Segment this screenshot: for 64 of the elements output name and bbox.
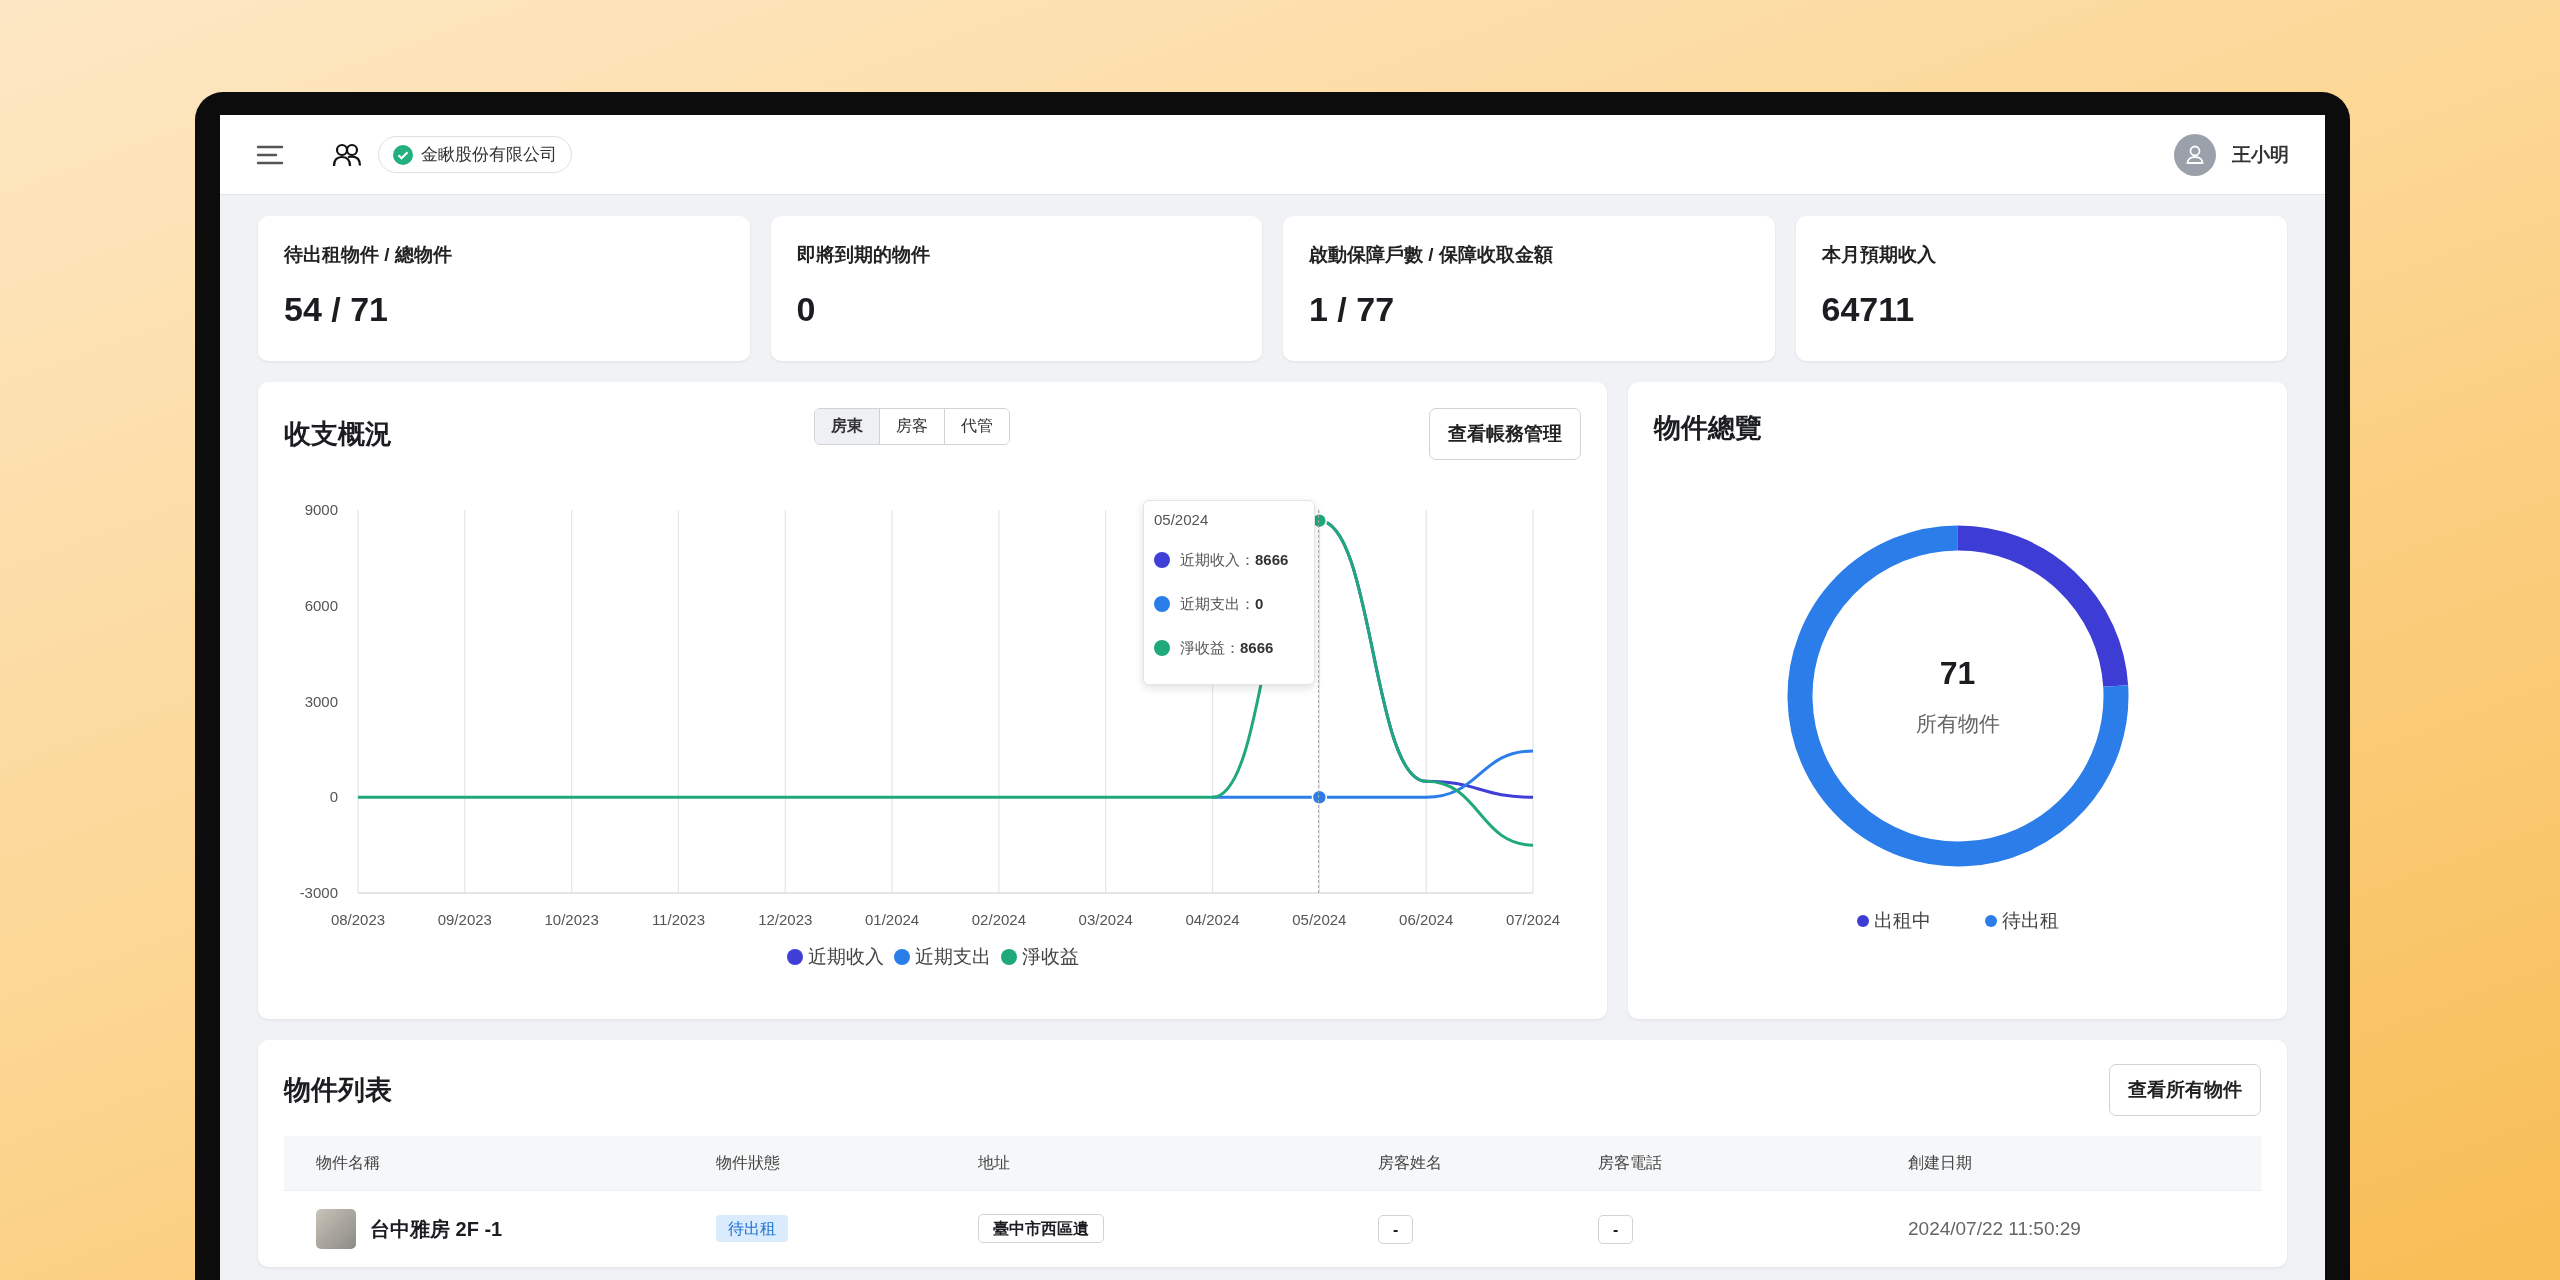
tooltip-title: 05/2024: [1154, 511, 1210, 528]
donut-total: 71: [1939, 654, 1976, 692]
tenant-name-chip: -: [1378, 1214, 1414, 1244]
x-axis-label: 03/2024: [1078, 911, 1133, 928]
column-header: 物件名稱: [316, 1152, 381, 1173]
card-title: 物件列表: [284, 1074, 392, 1107]
column-header: 物件狀態: [716, 1152, 781, 1173]
segment-tab[interactable]: 房東: [815, 409, 880, 444]
column-header: 房客姓名: [1378, 1152, 1443, 1173]
x-axis-label: 08/2023: [330, 911, 386, 928]
tenant-phone-chip: -: [1598, 1214, 1634, 1244]
legend-label[interactable]: 近期支出: [914, 944, 991, 970]
user-name[interactable]: 王小明: [2232, 141, 2289, 168]
legend-label[interactable]: 近期收入: [807, 944, 884, 970]
stat-label: 本月預期收入: [1821, 243, 1937, 267]
column-header: 創建日期: [1908, 1152, 1973, 1173]
legend-label[interactable]: 待出租: [2001, 908, 2059, 934]
photo-placeholder: [316, 1209, 356, 1249]
stat-label: 即將到期的物件: [796, 243, 931, 267]
column-header: 房客電話: [1598, 1152, 1663, 1173]
tooltip-value: 近期支出：0: [1180, 594, 1264, 614]
x-axis-label: 07/2024: [1505, 911, 1561, 928]
y-axis-label: 3000: [304, 692, 338, 710]
card-title: 物件總覽: [1654, 412, 1763, 445]
company-name: 金瞅股份有限公司: [421, 144, 557, 166]
stat-value: 64711: [1821, 290, 1916, 329]
x-axis-label: 02/2024: [971, 911, 1027, 928]
status-tag: 待出租: [716, 1215, 788, 1242]
column-header: 地址: [978, 1152, 1011, 1173]
x-axis-label: 06/2024: [1399, 911, 1454, 928]
legend-label[interactable]: 淨收益: [1021, 944, 1079, 970]
view-all-button[interactable]: 查看所有物件: [2109, 1064, 2261, 1116]
people-icon: [332, 141, 362, 168]
table-cell-text: 2024/07/22 11:50:29: [1908, 1218, 2082, 1240]
address-chip: 臺中市西區遺: [978, 1214, 1104, 1243]
x-axis-label: 09/2023: [437, 911, 492, 928]
legend-dot: [1000, 949, 1017, 965]
avatar-icon[interactable]: [2174, 133, 2216, 176]
donut-label: 所有物件: [1915, 710, 2000, 737]
view-accounts-button[interactable]: 查看帳務管理: [1429, 408, 1581, 460]
y-axis-label: 6000: [304, 596, 338, 614]
stat-label: 待出租物件 / 總物件: [284, 243, 453, 267]
x-axis-label: 01/2024: [864, 911, 920, 928]
legend-dot: [893, 949, 910, 965]
data-point: [1311, 789, 1328, 805]
y-axis-label: -3000: [299, 884, 338, 901]
y-axis-label: 9000: [304, 501, 338, 518]
y-axis-label: 0: [329, 788, 338, 806]
tooltip-value: 近期收入：8666: [1180, 550, 1289, 570]
x-axis-label: 12/2023: [758, 911, 813, 928]
stat-label: 啟動保障戶數 / 保障收取金額: [1309, 243, 1554, 267]
stat-value: 1 / 77: [1309, 290, 1396, 329]
x-axis-label: 10/2023: [544, 911, 599, 928]
card-title: 收支概況: [284, 418, 392, 451]
stat-value: 54 / 71: [284, 290, 389, 329]
menu-icon[interactable]: [256, 143, 284, 166]
x-axis-label: 04/2024: [1185, 911, 1240, 928]
tooltip-value: 淨收益：8666: [1180, 638, 1274, 658]
property-name[interactable]: 台中雅房 2F -1: [370, 1215, 503, 1243]
x-axis-label: 11/2023: [651, 911, 705, 928]
stat-value: 0: [796, 290, 817, 329]
x-axis-label: 05/2024: [1292, 911, 1347, 928]
legend-label[interactable]: 出租中: [1873, 908, 1931, 934]
legend-dot: [786, 949, 803, 965]
